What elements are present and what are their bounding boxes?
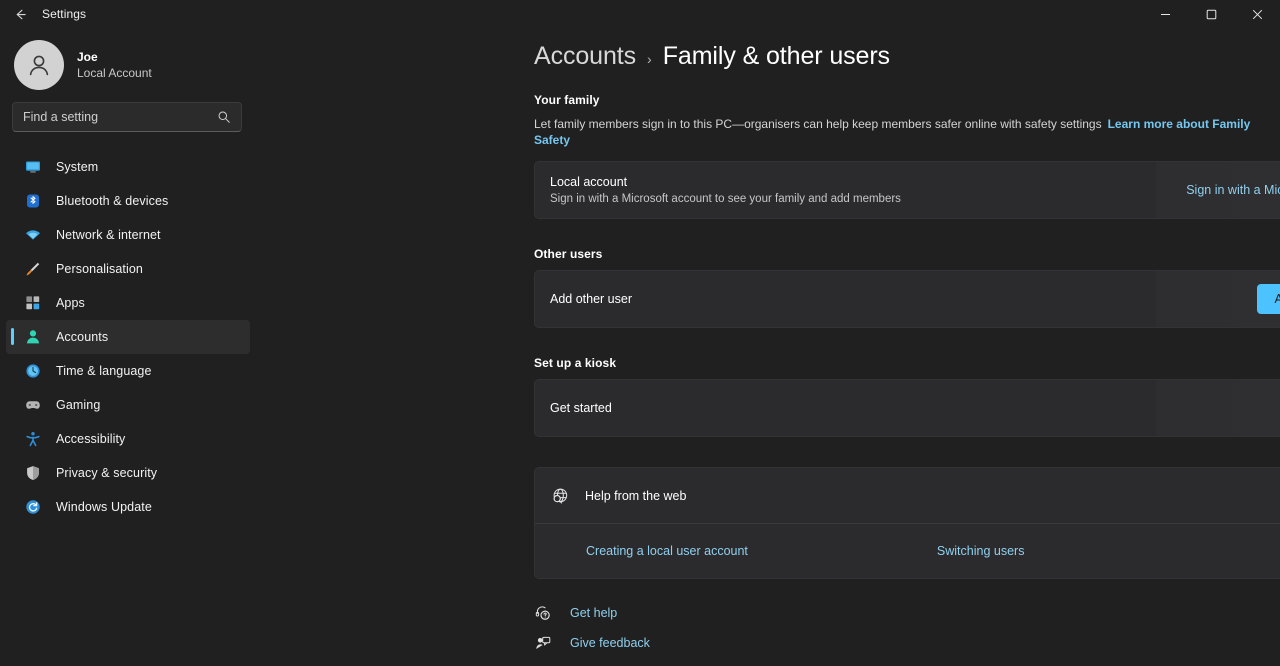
title-bar: Settings: [0, 0, 1280, 28]
kiosk-get-started-title: Get started: [550, 400, 612, 416]
sidebar-item-time-language[interactable]: Time & language: [6, 354, 250, 388]
profile-subtitle: Local Account: [77, 66, 152, 81]
wifi-icon: [24, 227, 41, 244]
help-from-web-card: Help from the web Creating a local user …: [534, 467, 1280, 579]
footer-links: Get help Give feedback: [534, 605, 1260, 651]
search-box[interactable]: [12, 102, 242, 132]
help-from-web-title: Help from the web: [585, 489, 686, 503]
your-family-heading: Your family: [534, 93, 1260, 107]
other-users-heading: Other users: [534, 247, 1260, 261]
breadcrumb-separator-icon: ›: [647, 47, 652, 67]
window-controls: [1142, 0, 1280, 28]
sidebar-item-label: Time & language: [56, 364, 152, 378]
sidebar-item-label: Personalisation: [56, 262, 143, 276]
monitor-icon: [24, 159, 41, 176]
sidebar-item-windows-update[interactable]: Windows Update: [6, 490, 250, 524]
search-container: [0, 92, 258, 132]
sidebar-nav: System Bluetooth & devices Network & int…: [0, 150, 258, 524]
help-from-web-links: Creating a local user account Switching …: [535, 523, 1280, 578]
globe-search-icon: [550, 487, 570, 505]
sidebar-item-accounts[interactable]: Accounts: [6, 320, 250, 354]
help-from-web-header[interactable]: Help from the web: [535, 468, 1280, 523]
sidebar-item-label: System: [56, 160, 98, 174]
help-link-switching-users[interactable]: Switching users: [937, 544, 1025, 558]
update-icon: [24, 499, 41, 516]
add-account-button[interactable]: Add account: [1257, 284, 1280, 314]
sidebar-item-system[interactable]: System: [6, 150, 250, 184]
sidebar-item-accessibility[interactable]: Accessibility: [6, 422, 250, 456]
maximize-button[interactable]: [1188, 0, 1234, 28]
sign-in-microsoft-account-link[interactable]: Sign in with a Microsoft account: [1186, 183, 1280, 197]
minimize-button[interactable]: [1142, 0, 1188, 28]
feedback-person-icon: [534, 635, 551, 651]
search-input[interactable]: [23, 110, 217, 124]
paintbrush-icon: [24, 261, 41, 278]
sidebar-item-bluetooth-devices[interactable]: Bluetooth & devices: [6, 184, 250, 218]
sidebar-item-label: Privacy & security: [56, 466, 157, 480]
your-family-description: Let family members sign in to this PC—or…: [534, 116, 1260, 148]
get-help-link[interactable]: Get help: [570, 606, 617, 620]
sidebar-item-label: Apps: [56, 296, 85, 310]
sidebar-item-label: Network & internet: [56, 228, 161, 242]
user-profile[interactable]: Joe Local Account: [0, 28, 258, 92]
local-account-title: Local account: [550, 174, 901, 190]
add-other-user-title: Add other user: [550, 291, 632, 307]
bluetooth-icon: [24, 193, 41, 210]
help-headset-icon: [534, 605, 551, 621]
sidebar-item-apps[interactable]: Apps: [6, 286, 250, 320]
get-help-row[interactable]: Get help: [534, 605, 1260, 621]
sidebar-item-label: Gaming: [56, 398, 100, 412]
profile-name: Joe: [77, 50, 152, 65]
local-account-subtitle: Sign in with a Microsoft account to see …: [550, 192, 901, 207]
sidebar-item-label: Windows Update: [56, 500, 152, 514]
sidebar: Joe Local Account: [0, 28, 258, 666]
sidebar-item-label: Accounts: [56, 330, 108, 344]
sidebar-item-network-internet[interactable]: Network & internet: [6, 218, 250, 252]
gamepad-icon: [24, 397, 41, 414]
sidebar-item-label: Bluetooth & devices: [56, 194, 168, 208]
page-title: Family & other users: [663, 42, 890, 71]
window-body: Joe Local Account: [0, 28, 1280, 666]
local-account-card: Local account Sign in with a Microsoft a…: [534, 161, 1280, 219]
give-feedback-row[interactable]: Give feedback: [534, 635, 1260, 651]
accessibility-icon: [24, 431, 41, 448]
close-button[interactable]: [1234, 0, 1280, 28]
help-link-creating-local-user-account[interactable]: Creating a local user account: [586, 544, 748, 558]
breadcrumb-parent[interactable]: Accounts: [534, 42, 636, 71]
clock-icon: [24, 363, 41, 380]
person-icon: [24, 329, 41, 346]
give-feedback-link[interactable]: Give feedback: [570, 636, 650, 650]
apps-grid-icon: [24, 295, 41, 312]
avatar: [14, 40, 64, 90]
breadcrumb: Accounts › Family & other users: [534, 42, 1260, 71]
content-area: Accounts › Family & other users Your fam…: [258, 28, 1280, 666]
sidebar-item-label: Accessibility: [56, 432, 125, 446]
window-title: Settings: [42, 7, 86, 21]
search-icon: [217, 110, 231, 124]
settings-window: Settings J: [0, 0, 1280, 666]
sidebar-item-gaming[interactable]: Gaming: [6, 388, 250, 422]
your-family-description-text: Let family members sign in to this PC—or…: [534, 117, 1102, 131]
shield-icon: [24, 465, 41, 482]
add-other-user-card: Add other user Add account: [534, 270, 1280, 328]
sidebar-item-privacy-security[interactable]: Privacy & security: [6, 456, 250, 490]
sidebar-item-personalisation[interactable]: Personalisation: [6, 252, 250, 286]
kiosk-card[interactable]: Get started: [534, 379, 1280, 437]
set-up-kiosk-heading: Set up a kiosk: [534, 356, 1260, 370]
back-button[interactable]: [0, 0, 40, 28]
